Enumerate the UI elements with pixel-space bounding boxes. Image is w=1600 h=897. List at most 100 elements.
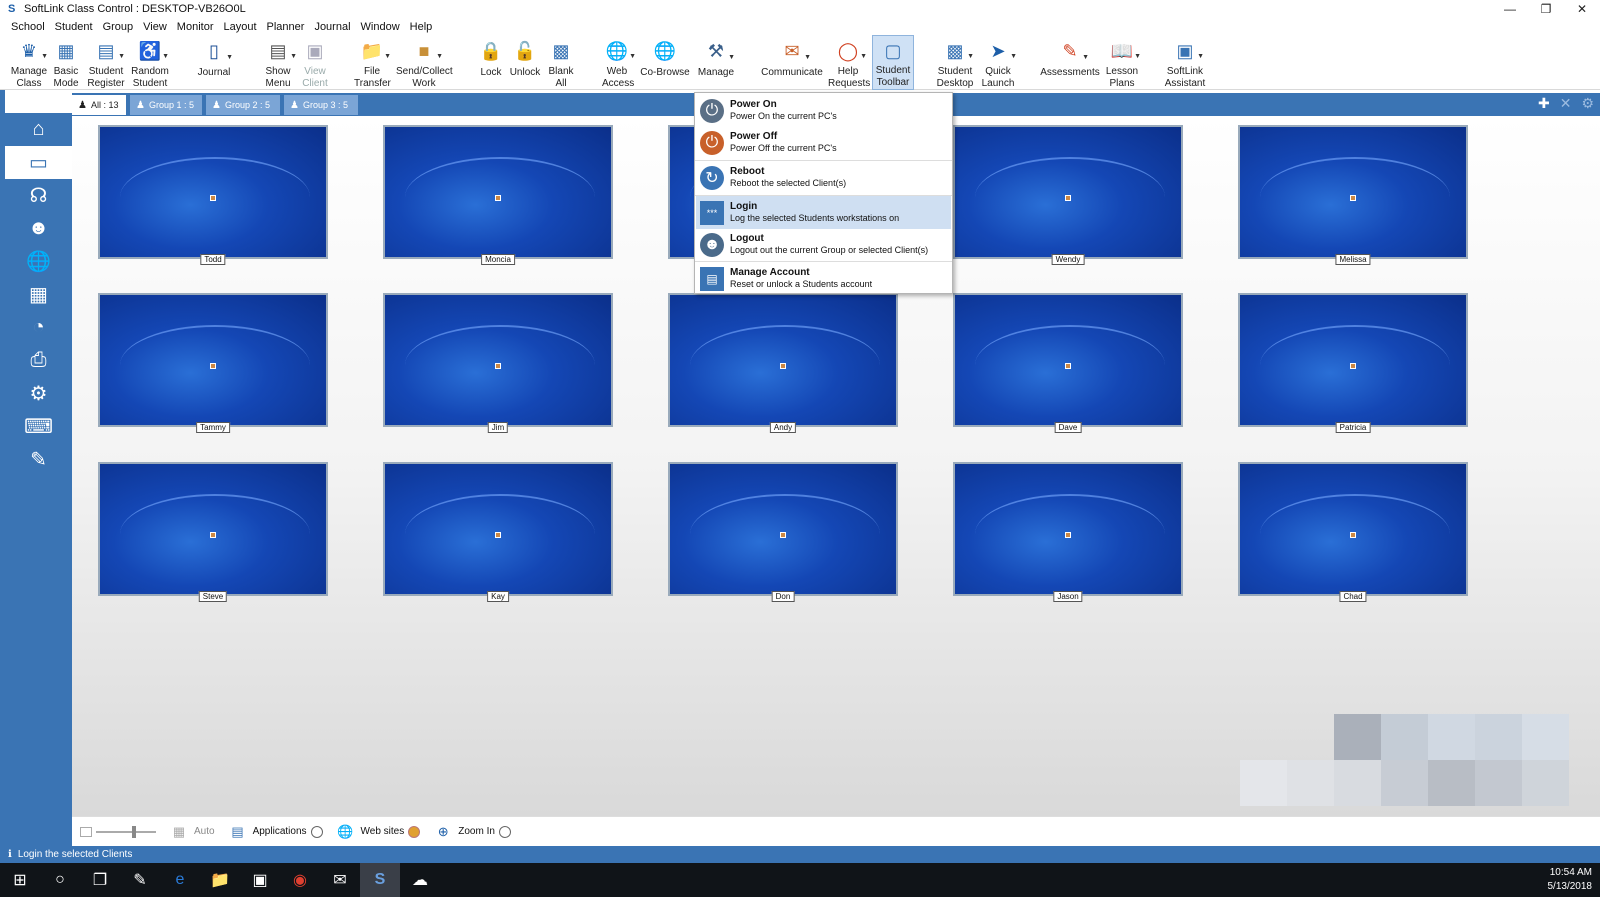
menu-group[interactable]: Group (103, 21, 134, 33)
menu-item-reboot[interactable]: ↻ Reboot Reboot the selected Client(s) (696, 161, 951, 194)
unlock-button[interactable]: 🔓 Unlock (508, 35, 542, 90)
start-icon[interactable]: ⊞ (0, 863, 40, 897)
student-thumbnail[interactable]: Andy (668, 293, 898, 433)
whiteboard-icon[interactable]: ✎ (5, 443, 72, 476)
student-thumbnail[interactable]: Chad (1238, 462, 1468, 602)
menu-item-power-off[interactable]: ⏻ Power Off Power Off the current PC's (696, 126, 951, 159)
gear-icon[interactable]: ⚙ (1581, 95, 1594, 112)
chrome-icon[interactable]: ◉ (280, 863, 320, 897)
store-icon[interactable]: ▣ (240, 863, 280, 897)
lesson-plans-button[interactable]: 📖 ▼ Lesson Plans (1102, 35, 1142, 90)
web-access-button[interactable]: 🌐 ▼ Web Access (600, 35, 636, 90)
book-icon: 📖 ▼ (1110, 40, 1141, 61)
softlink-assistant-button[interactable]: ▣ ▼ SoftLink Assistant (1162, 35, 1208, 90)
student-toolbar-button[interactable]: ▢ Student Toolbar (872, 35, 914, 90)
send-collect-work-button[interactable]: ■ ▼ Send/Collect Work (396, 35, 453, 90)
restore-icon[interactable]: ❐ (1528, 0, 1564, 18)
zoom-radio[interactable] (498, 825, 511, 838)
mail-icon[interactable]: ✉ (320, 863, 360, 897)
add-icon[interactable]: ✚ (1538, 95, 1550, 112)
random-student-button[interactable]: ♿ ▼ Random Student (128, 35, 172, 90)
auto-toggle[interactable]: ▦ Auto (170, 823, 215, 841)
network-app-icon[interactable]: ☁ (400, 863, 440, 897)
pen-app-icon[interactable]: ✎ (120, 863, 160, 897)
co-browse-button[interactable]: 🌐 Co-Browse (640, 35, 690, 90)
monitor-icon[interactable]: ▭ (5, 146, 72, 179)
help-requests-button[interactable]: ◯ ▼ Help Requests (826, 35, 870, 90)
student-thumbnail[interactable]: Jason (953, 462, 1183, 602)
pie-chart-icon[interactable]: ◔ (5, 311, 72, 344)
menu-planner[interactable]: Planner (267, 21, 305, 33)
journal-button[interactable]: ▯ ▼ Journal (196, 35, 233, 90)
student-register-icon: ▤ ▼ (97, 40, 125, 61)
slider-track[interactable] (96, 825, 156, 838)
websites-toggle[interactable]: 🌐 Web sites (337, 823, 421, 841)
student-thumbnail[interactable]: Steve (98, 462, 328, 602)
menu-item-power-on[interactable]: ⏻ Power On Power On the current PC's (696, 94, 951, 127)
lock-button[interactable]: 🔒 Lock (476, 35, 506, 90)
communicate-button[interactable]: ✉ ▼ Communicate (760, 35, 824, 90)
keyboard-icon[interactable]: ⌨ (5, 410, 72, 443)
student-thumbnail[interactable]: Patricia (1238, 293, 1468, 433)
printer-icon[interactable]: ⎙ (5, 344, 72, 377)
websites-radio[interactable] (408, 825, 421, 838)
task-view-icon[interactable]: ❐ (80, 863, 120, 897)
student-thumbnail[interactable]: Wendy (953, 125, 1183, 265)
menu-item-logout[interactable]: ☻ Logout Logout out the current Group or … (696, 228, 951, 261)
student-thumbnail[interactable]: Don (668, 462, 898, 602)
student-desktop-button[interactable]: ▩ ▼ Student Desktop (934, 35, 976, 90)
menu-monitor[interactable]: Monitor (177, 21, 214, 33)
manage-dropdown-menu: ⏻ Power On Power On the current PC's ⏻ Po… (694, 92, 953, 294)
menu-school[interactable]: School (11, 21, 45, 33)
menu-journal[interactable]: Journal (314, 21, 350, 33)
menu-item-login[interactable]: *** Login Log the selected Students works… (696, 196, 951, 229)
applications-toggle[interactable]: ▤ Applications (229, 823, 323, 841)
softlink-app-icon[interactable]: S (360, 863, 400, 897)
blank-all-button[interactable]: ▩ Blank All (544, 35, 578, 90)
home-icon[interactable]: ⌂ (5, 113, 72, 146)
menu-item-manage-account[interactable]: ▤ Manage Account Reset or unlock a Studen… (696, 262, 951, 295)
close-icon[interactable]: ✕ (1560, 95, 1572, 112)
globe-icon[interactable]: 🌐 (5, 245, 72, 278)
view-client-button[interactable]: ▣ View Client (298, 35, 332, 90)
student-thumbnail[interactable]: Melissa (1238, 125, 1468, 265)
menu-view[interactable]: View (143, 21, 167, 33)
layout-icon[interactable]: ▦ (5, 278, 72, 311)
tab-group-1[interactable]: ♟ Group 1 : 5 (130, 95, 202, 115)
size-slider[interactable] (80, 825, 156, 838)
student-thumbnail[interactable]: Tammy (98, 293, 328, 433)
tab-group-3[interactable]: ♟ Group 3 : 5 (284, 95, 358, 115)
student-name: Todd (200, 254, 226, 265)
menu-window[interactable]: Window (361, 21, 400, 33)
search-user-icon[interactable]: ⚙ (5, 377, 72, 410)
manage-button[interactable]: ⚒ ▼ Manage (696, 35, 736, 90)
menu-student[interactable]: Student (55, 21, 93, 33)
student-thumbnail[interactable]: Jim (383, 293, 613, 433)
basic-mode-button[interactable]: ▦ Basic Mode (50, 35, 82, 90)
student-register-button[interactable]: ▤ ▼ Student Register (84, 35, 128, 90)
head-icon[interactable]: ☻ (5, 212, 72, 245)
menu-layout[interactable]: Layout (223, 21, 256, 33)
quick-launch-button[interactable]: ➤ ▼ Quick Launch (978, 35, 1018, 90)
student-thumbnail[interactable]: Todd (98, 125, 328, 265)
tab-group-2[interactable]: ♟ Group 2 : 5 (206, 95, 280, 115)
manage-class-button[interactable]: ♛ ▼ Manage Class (8, 35, 50, 90)
assessments-button[interactable]: ✎ ▼ Assessments (1040, 35, 1100, 90)
student-thumbnail[interactable]: Kay (383, 462, 613, 602)
system-clock[interactable]: 10:54 AM 5/13/2018 (1548, 866, 1593, 894)
zoom-in-toggle[interactable]: ⊕ Zoom In (434, 823, 511, 841)
file-transfer-button[interactable]: 📁 ▼ File Transfer (352, 35, 392, 90)
student-thumbnail[interactable]: Moncia (383, 125, 613, 265)
tab-all[interactable]: ♟ All : 13 (72, 95, 126, 115)
headphones-icon[interactable]: ☊ (5, 179, 72, 212)
close-icon[interactable]: ✕ (1564, 0, 1600, 18)
show-menu-button[interactable]: ▤ ▼ Show Menu (262, 35, 297, 90)
menu-help[interactable]: Help (410, 21, 433, 33)
search-icon[interactable]: ○ (40, 863, 80, 897)
minimize-icon[interactable]: — (1492, 0, 1528, 18)
slider-handle[interactable] (132, 825, 136, 838)
file-explorer-icon[interactable]: 📁 (200, 863, 240, 897)
student-thumbnail[interactable]: Dave (953, 293, 1183, 433)
applications-radio[interactable] (310, 825, 323, 838)
edge-icon[interactable]: e (160, 863, 200, 897)
